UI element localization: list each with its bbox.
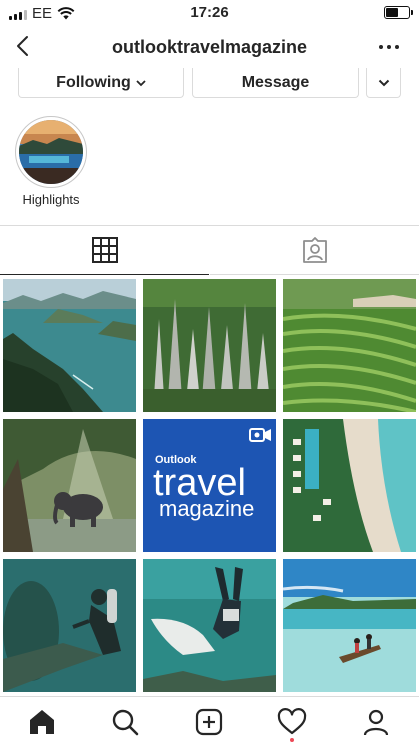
post-thumbnail[interactable] bbox=[283, 419, 416, 552]
chevron-down-icon bbox=[136, 79, 146, 86]
highlight-label: Highlights bbox=[22, 192, 80, 207]
following-button[interactable]: Following bbox=[18, 68, 184, 98]
tagged-icon bbox=[302, 237, 327, 263]
highlight-cover-image bbox=[19, 120, 83, 184]
tab-posts-grid[interactable] bbox=[0, 226, 209, 275]
profile-actions: Following Message bbox=[0, 68, 419, 100]
activity-heart-icon[interactable] bbox=[277, 707, 307, 737]
post-thumbnail[interactable] bbox=[283, 559, 416, 692]
profile-username: outlooktravelmagazine bbox=[111, 37, 308, 57]
notification-dot bbox=[290, 738, 294, 742]
magazine-brand-sub: magazine bbox=[159, 496, 254, 521]
tab-tagged[interactable] bbox=[210, 226, 419, 275]
battery-icon bbox=[384, 6, 413, 19]
elephant-photo bbox=[3, 419, 136, 552]
rice-terraces-photo bbox=[283, 279, 416, 412]
beach-resort-photo bbox=[283, 419, 416, 552]
bottom-nav bbox=[0, 696, 419, 746]
post-grid: Outlook travel magazine bbox=[3, 279, 416, 694]
magazine-logo-post: Outlook travel magazine bbox=[143, 419, 276, 552]
limestone-pinnacles-photo bbox=[143, 279, 276, 412]
message-button[interactable]: Message bbox=[192, 68, 359, 98]
post-thumbnail[interactable] bbox=[3, 559, 136, 692]
post-thumbnail[interactable]: Outlook travel magazine bbox=[143, 419, 276, 552]
chevron-down-icon bbox=[378, 79, 389, 86]
profile-header: outlooktravelmagazine bbox=[0, 28, 419, 68]
bay-islands-photo bbox=[3, 279, 136, 412]
clock: 17:26 bbox=[190, 4, 229, 21]
status-bar: EE 17:26 bbox=[0, 0, 419, 26]
post-thumbnail[interactable] bbox=[143, 559, 276, 692]
post-thumbnail[interactable] bbox=[3, 279, 136, 412]
search-icon[interactable] bbox=[110, 707, 140, 737]
profile-tabs bbox=[0, 225, 419, 275]
post-thumbnail[interactable] bbox=[283, 279, 416, 412]
story-highlight[interactable]: Highlights bbox=[15, 116, 87, 207]
message-label: Message bbox=[241, 73, 310, 91]
more-options-icon[interactable] bbox=[379, 45, 399, 49]
grid-icon bbox=[91, 237, 118, 263]
diver-photo bbox=[3, 559, 136, 692]
manta-freediver-photo bbox=[143, 559, 276, 692]
post-thumbnail[interactable] bbox=[3, 419, 136, 552]
home-icon[interactable] bbox=[27, 707, 57, 737]
lagoon-boat-photo bbox=[283, 559, 416, 692]
profile-icon[interactable] bbox=[361, 707, 391, 737]
post-thumbnail[interactable] bbox=[143, 279, 276, 412]
following-label: Following bbox=[56, 73, 131, 91]
suggested-accounts-button[interactable] bbox=[366, 68, 401, 98]
new-post-icon[interactable] bbox=[194, 707, 224, 737]
